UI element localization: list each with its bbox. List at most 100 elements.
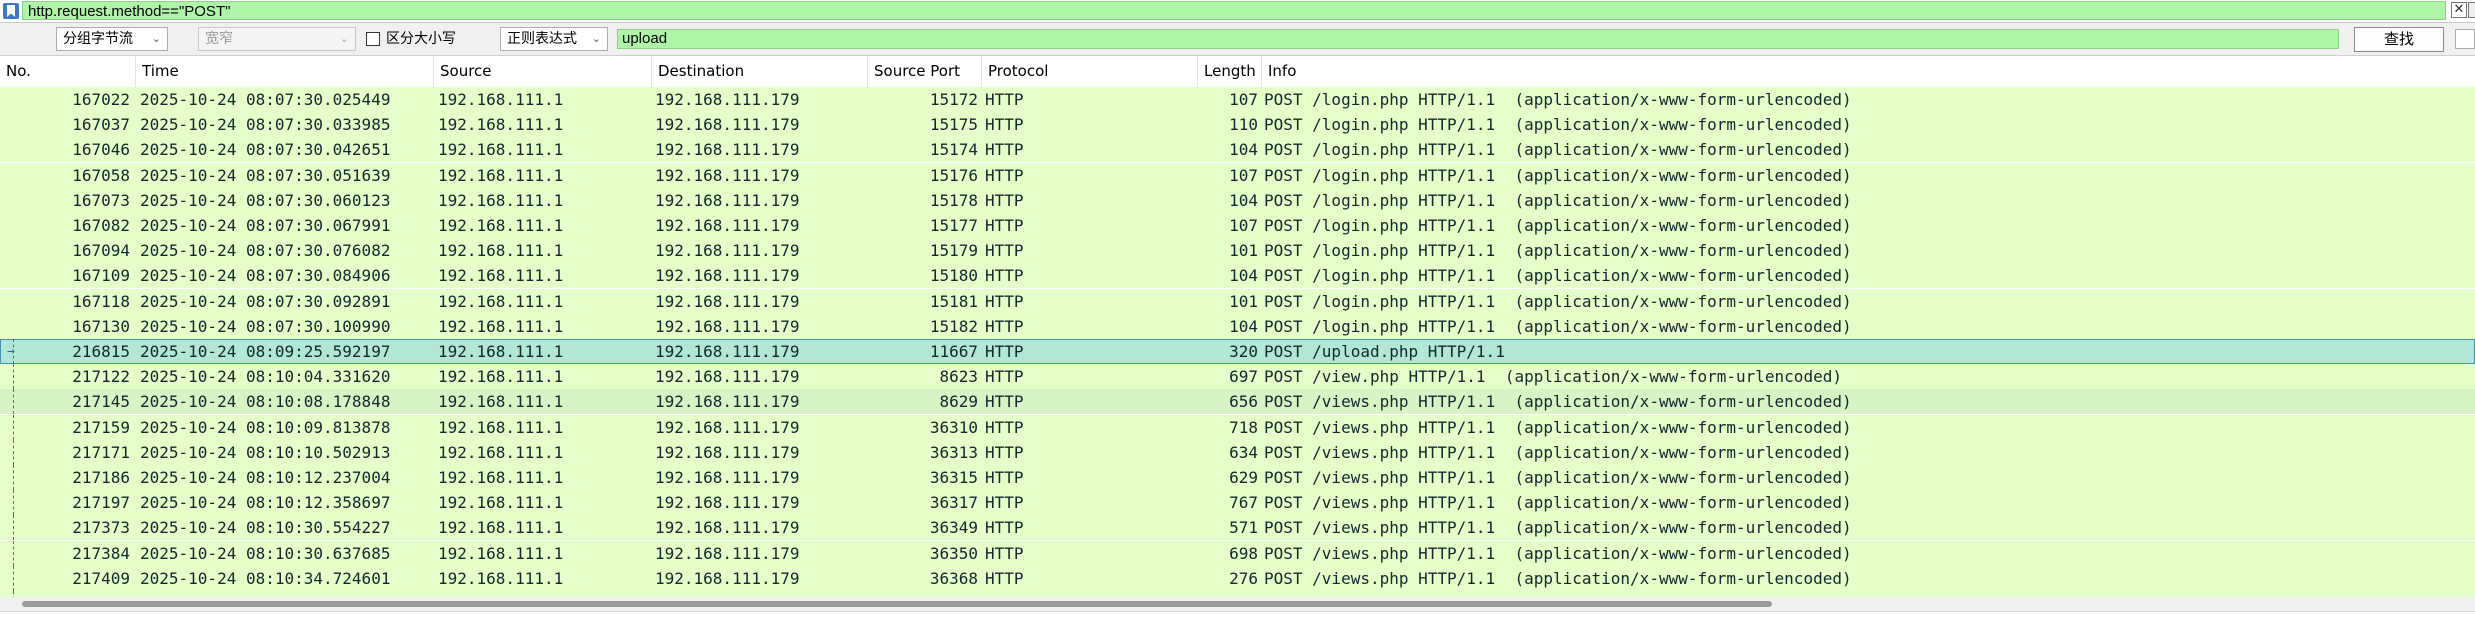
packet-time: 2025-10-24 08:07:30.051639	[140, 165, 391, 185]
packet-protocol: HTTP	[985, 190, 1024, 210]
cancel-search-button[interactable]	[2455, 29, 2475, 49]
packet-row[interactable]: 217145 2025-10-24 08:10:08.178848 192.168.…	[0, 389, 2475, 415]
packet-number: 167094	[72, 241, 130, 261]
packet-source-port: 36315	[929, 468, 978, 487]
horizontal-scrollbar-thumb[interactable]	[22, 601, 1772, 607]
packet-destination: 192.168.111.179	[655, 342, 800, 361]
packet-protocol: HTTP	[985, 241, 1024, 261]
find-packet-bar: 分组字节流 ⌄ 宽窄 ⌄ 区分大小写 正则表达式 ⌄ upload 查找	[0, 23, 2475, 56]
packet-protocol: HTTP	[985, 417, 1024, 437]
packet-row[interactable]: 167046 2025-10-24 08:07:30.042651 192.168.…	[0, 137, 2475, 163]
packet-row[interactable]: 167022 2025-10-24 08:07:30.025449 192.168.…	[0, 87, 2475, 112]
packet-info: POST /login.php HTTP/1.1 (application/x-…	[1264, 291, 1852, 311]
column-header-source-port[interactable]: Source Port	[868, 56, 982, 87]
packet-time: 2025-10-24 08:10:12.237004	[140, 468, 391, 487]
packet-row[interactable]: 217122 2025-10-24 08:10:04.331620 192.168.…	[0, 364, 2475, 390]
packet-source: 192.168.111.1	[438, 190, 564, 210]
packet-row[interactable]: 167082 2025-10-24 08:07:30.067991 192.168.…	[0, 213, 2475, 238]
packet-length: 107	[1229, 90, 1258, 109]
packet-length: 656	[1229, 392, 1258, 412]
packet-length: 101	[1229, 241, 1258, 261]
packet-source-port: 36349	[929, 518, 978, 538]
column-header-length[interactable]: Length	[1198, 56, 1262, 87]
packet-list-header: No. Time Source Destination Source Port …	[0, 56, 2475, 88]
character-width-value: 宽窄	[205, 31, 233, 47]
packet-info: POST /login.php HTTP/1.1 (application/x-…	[1264, 316, 1852, 336]
column-header-destination[interactable]: Destination	[652, 56, 868, 87]
packet-row[interactable]: 217373 2025-10-24 08:10:30.554227 192.168.…	[0, 515, 2475, 541]
column-header-source[interactable]: Source	[434, 56, 652, 87]
packet-protocol: HTTP	[985, 392, 1024, 412]
case-sensitive-checkbox[interactable]	[366, 32, 380, 46]
packet-time: 2025-10-24 08:10:08.178848	[140, 392, 391, 412]
display-filter-input[interactable]: http.request.method=="POST"	[22, 1, 2446, 20]
packet-length: 697	[1229, 367, 1258, 387]
packet-protocol: HTTP	[985, 291, 1024, 311]
column-header-protocol[interactable]: Protocol	[982, 56, 1198, 87]
packet-info: POST /views.php HTTP/1.1 (application/x-…	[1264, 543, 1852, 563]
packet-source: 192.168.111.1	[438, 468, 564, 487]
packet-length: 320	[1229, 342, 1258, 361]
apply-filter-icon[interactable]	[2468, 2, 2475, 18]
packet-source: 192.168.111.1	[438, 241, 564, 261]
packet-row[interactable]: 217197 2025-10-24 08:10:12.358697 192.168.…	[0, 490, 2475, 516]
packet-row[interactable]: 167073 2025-10-24 08:07:30.060123 192.168.…	[0, 187, 2475, 213]
packet-number: 217159	[72, 417, 130, 437]
chevron-down-icon: ⌄	[339, 32, 349, 45]
packet-destination: 192.168.111.179	[655, 518, 800, 538]
chevron-down-icon: ⌄	[591, 32, 601, 45]
character-width-select[interactable]: 宽窄 ⌄	[198, 27, 356, 51]
find-button[interactable]: 查找	[2354, 27, 2444, 52]
packet-destination: 192.168.111.179	[655, 468, 800, 487]
packet-source: 192.168.111.1	[438, 568, 564, 588]
packet-row[interactable]: 217384 2025-10-24 08:10:30.637685 192.168.…	[0, 540, 2475, 566]
packet-protocol: HTTP	[985, 216, 1024, 235]
search-scope-select[interactable]: 分组字节流 ⌄	[56, 27, 168, 51]
packet-row[interactable]: 167058 2025-10-24 08:07:30.051639 192.168.…	[0, 162, 2475, 188]
packet-protocol: HTTP	[985, 165, 1024, 185]
packet-source: 192.168.111.1	[438, 115, 564, 135]
clear-filter-icon[interactable]: ✕	[2451, 2, 2467, 18]
search-mode-select[interactable]: 正则表达式 ⌄	[500, 27, 608, 51]
packet-source: 192.168.111.1	[438, 165, 564, 185]
packet-row[interactable]: 167118 2025-10-24 08:07:30.092891 192.168.…	[0, 288, 2475, 314]
packet-row[interactable]: 217159 2025-10-24 08:10:09.813878 192.168.…	[0, 414, 2475, 440]
packet-row[interactable]: 167130 2025-10-24 08:07:30.100990 192.168.…	[0, 313, 2475, 339]
packet-source-port: 36368	[929, 568, 978, 588]
packet-row[interactable]: 217171 2025-10-24 08:10:10.502913 192.168.…	[0, 439, 2475, 465]
packet-source: 192.168.111.1	[438, 442, 564, 462]
packet-row[interactable]: → 216815 2025-10-24 08:09:25.592197 192.168…	[0, 339, 2475, 364]
packet-destination: 192.168.111.179	[655, 266, 800, 286]
packet-number: 167022	[72, 90, 130, 109]
bookmark-icon[interactable]	[3, 3, 19, 19]
packet-source-port: 15176	[929, 165, 978, 185]
horizontal-scrollbar[interactable]	[0, 597, 2475, 611]
packet-protocol: HTTP	[985, 266, 1024, 286]
packet-row[interactable]: 217186 2025-10-24 08:10:12.237004 192.168.…	[0, 465, 2475, 490]
packet-length: 698	[1229, 543, 1258, 563]
packet-source: 192.168.111.1	[438, 90, 564, 109]
packet-source: 192.168.111.1	[438, 367, 564, 387]
packet-source-port: 36317	[929, 493, 978, 513]
packet-destination: 192.168.111.179	[655, 241, 800, 261]
packet-protocol: HTTP	[985, 568, 1024, 588]
packet-protocol: HTTP	[985, 468, 1024, 487]
packet-row[interactable]: 217409 2025-10-24 08:10:34.724601 192.168.…	[0, 565, 2475, 591]
packet-source-port: 36350	[929, 543, 978, 563]
packet-length: 104	[1229, 266, 1258, 286]
packet-time: 2025-10-24 08:07:30.060123	[140, 190, 391, 210]
packet-length: 276	[1229, 568, 1258, 588]
packet-row[interactable]: 167094 2025-10-24 08:07:30.076082 192.168.…	[0, 238, 2475, 264]
packet-source-port: 15172	[929, 90, 978, 109]
packet-row[interactable]: 167037 2025-10-24 08:07:30.033985 192.168.…	[0, 112, 2475, 138]
packet-destination: 192.168.111.179	[655, 392, 800, 412]
packet-destination: 192.168.111.179	[655, 165, 800, 185]
packet-row[interactable]: 167109 2025-10-24 08:07:30.084906 192.168.…	[0, 263, 2475, 289]
column-header-no[interactable]: No.	[0, 56, 136, 87]
packet-number: 217186	[72, 468, 130, 487]
search-input[interactable]: upload	[617, 29, 2339, 49]
packet-destination: 192.168.111.179	[655, 115, 800, 135]
packet-source: 192.168.111.1	[438, 291, 564, 311]
column-header-time[interactable]: Time	[136, 56, 434, 87]
column-header-info[interactable]: Info	[1262, 56, 2475, 87]
